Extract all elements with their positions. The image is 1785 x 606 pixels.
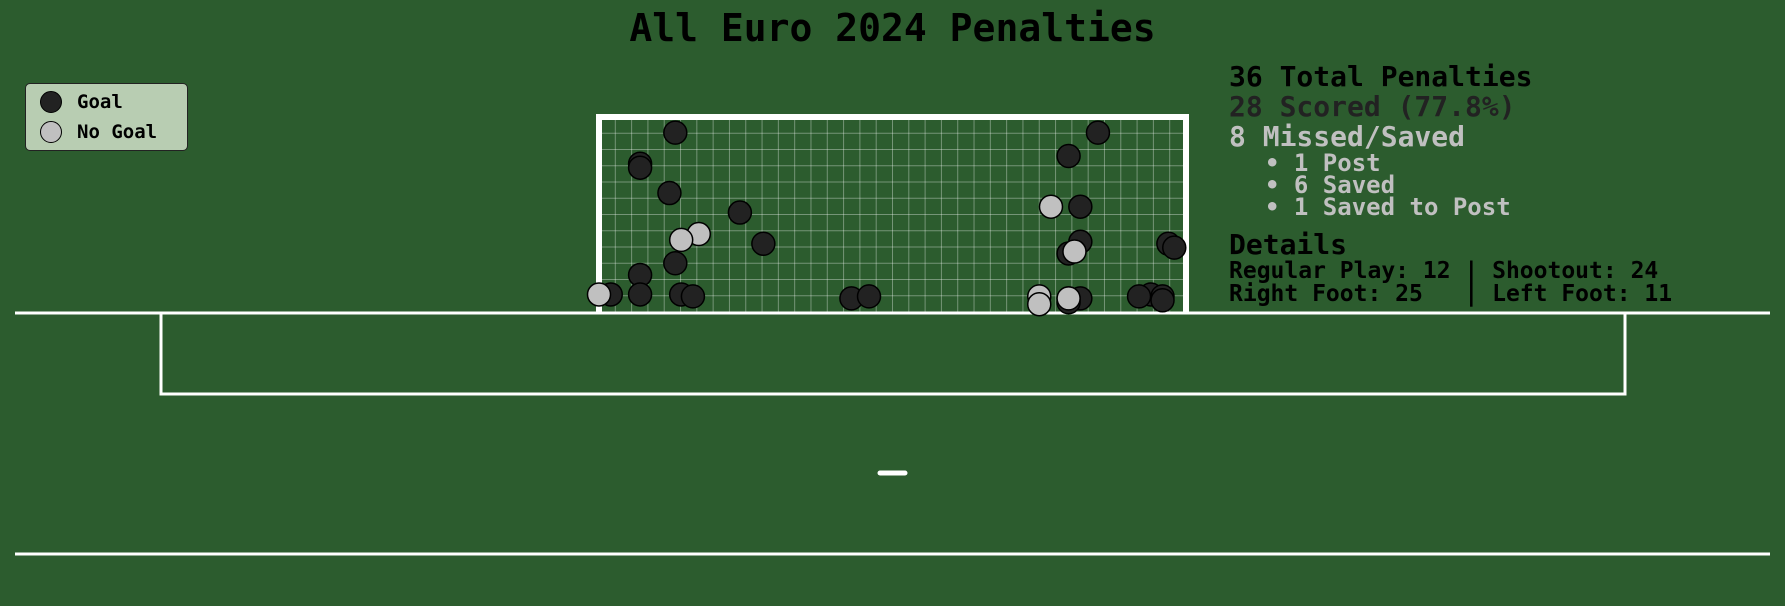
stats-panel: 36 Total Penalties 28 Scored (77.8%) 8 M… (1229, 62, 1672, 306)
goal-point (856, 284, 882, 309)
legend-label-no-goal: No Goal (77, 121, 158, 143)
breakdown-saved-to-post: • 1 Saved to Post (1265, 193, 1511, 221)
no-goal-point (586, 282, 612, 307)
goal-point (1162, 235, 1187, 260)
goal-point (1150, 288, 1175, 313)
goal-point (1056, 143, 1081, 169)
goal-point (627, 282, 653, 307)
details-line-1: Regular Play: 12 | Shootout: 24 (1229, 258, 1659, 284)
no-goal-point (1027, 291, 1052, 317)
goal-point (1126, 284, 1152, 309)
goal-point (751, 231, 776, 256)
legend: Goal No Goal (25, 83, 188, 151)
goal-point (663, 120, 688, 145)
goal-point (680, 284, 706, 309)
goal-point (1085, 120, 1111, 145)
details-header: Details (1229, 228, 1348, 261)
no-goal-point (1038, 194, 1064, 219)
scored-count: 28 Scored (77.8%) (1229, 90, 1516, 123)
goal-point (1068, 194, 1093, 219)
goal-point (657, 180, 682, 206)
no-goal-marker-icon (40, 121, 62, 143)
goal-point (727, 200, 753, 225)
legend-item-goal: Goal (40, 89, 123, 115)
no-goal-point (1056, 286, 1081, 311)
total-penalties: 36 Total Penalties (1229, 60, 1533, 93)
details-line-2: Right Foot: 25 | Left Foot: 11 (1229, 281, 1673, 307)
missed-count: 8 Missed/Saved (1229, 120, 1466, 153)
goal-point (627, 155, 653, 180)
no-goal-point (668, 227, 694, 253)
no-goal-point (1062, 239, 1087, 264)
legend-item-no-goal: No Goal (40, 119, 157, 145)
goal-marker-icon (40, 91, 62, 113)
goal-area-box (159, 313, 1627, 396)
legend-label-goal: Goal (77, 91, 123, 113)
goal-point (663, 251, 688, 276)
